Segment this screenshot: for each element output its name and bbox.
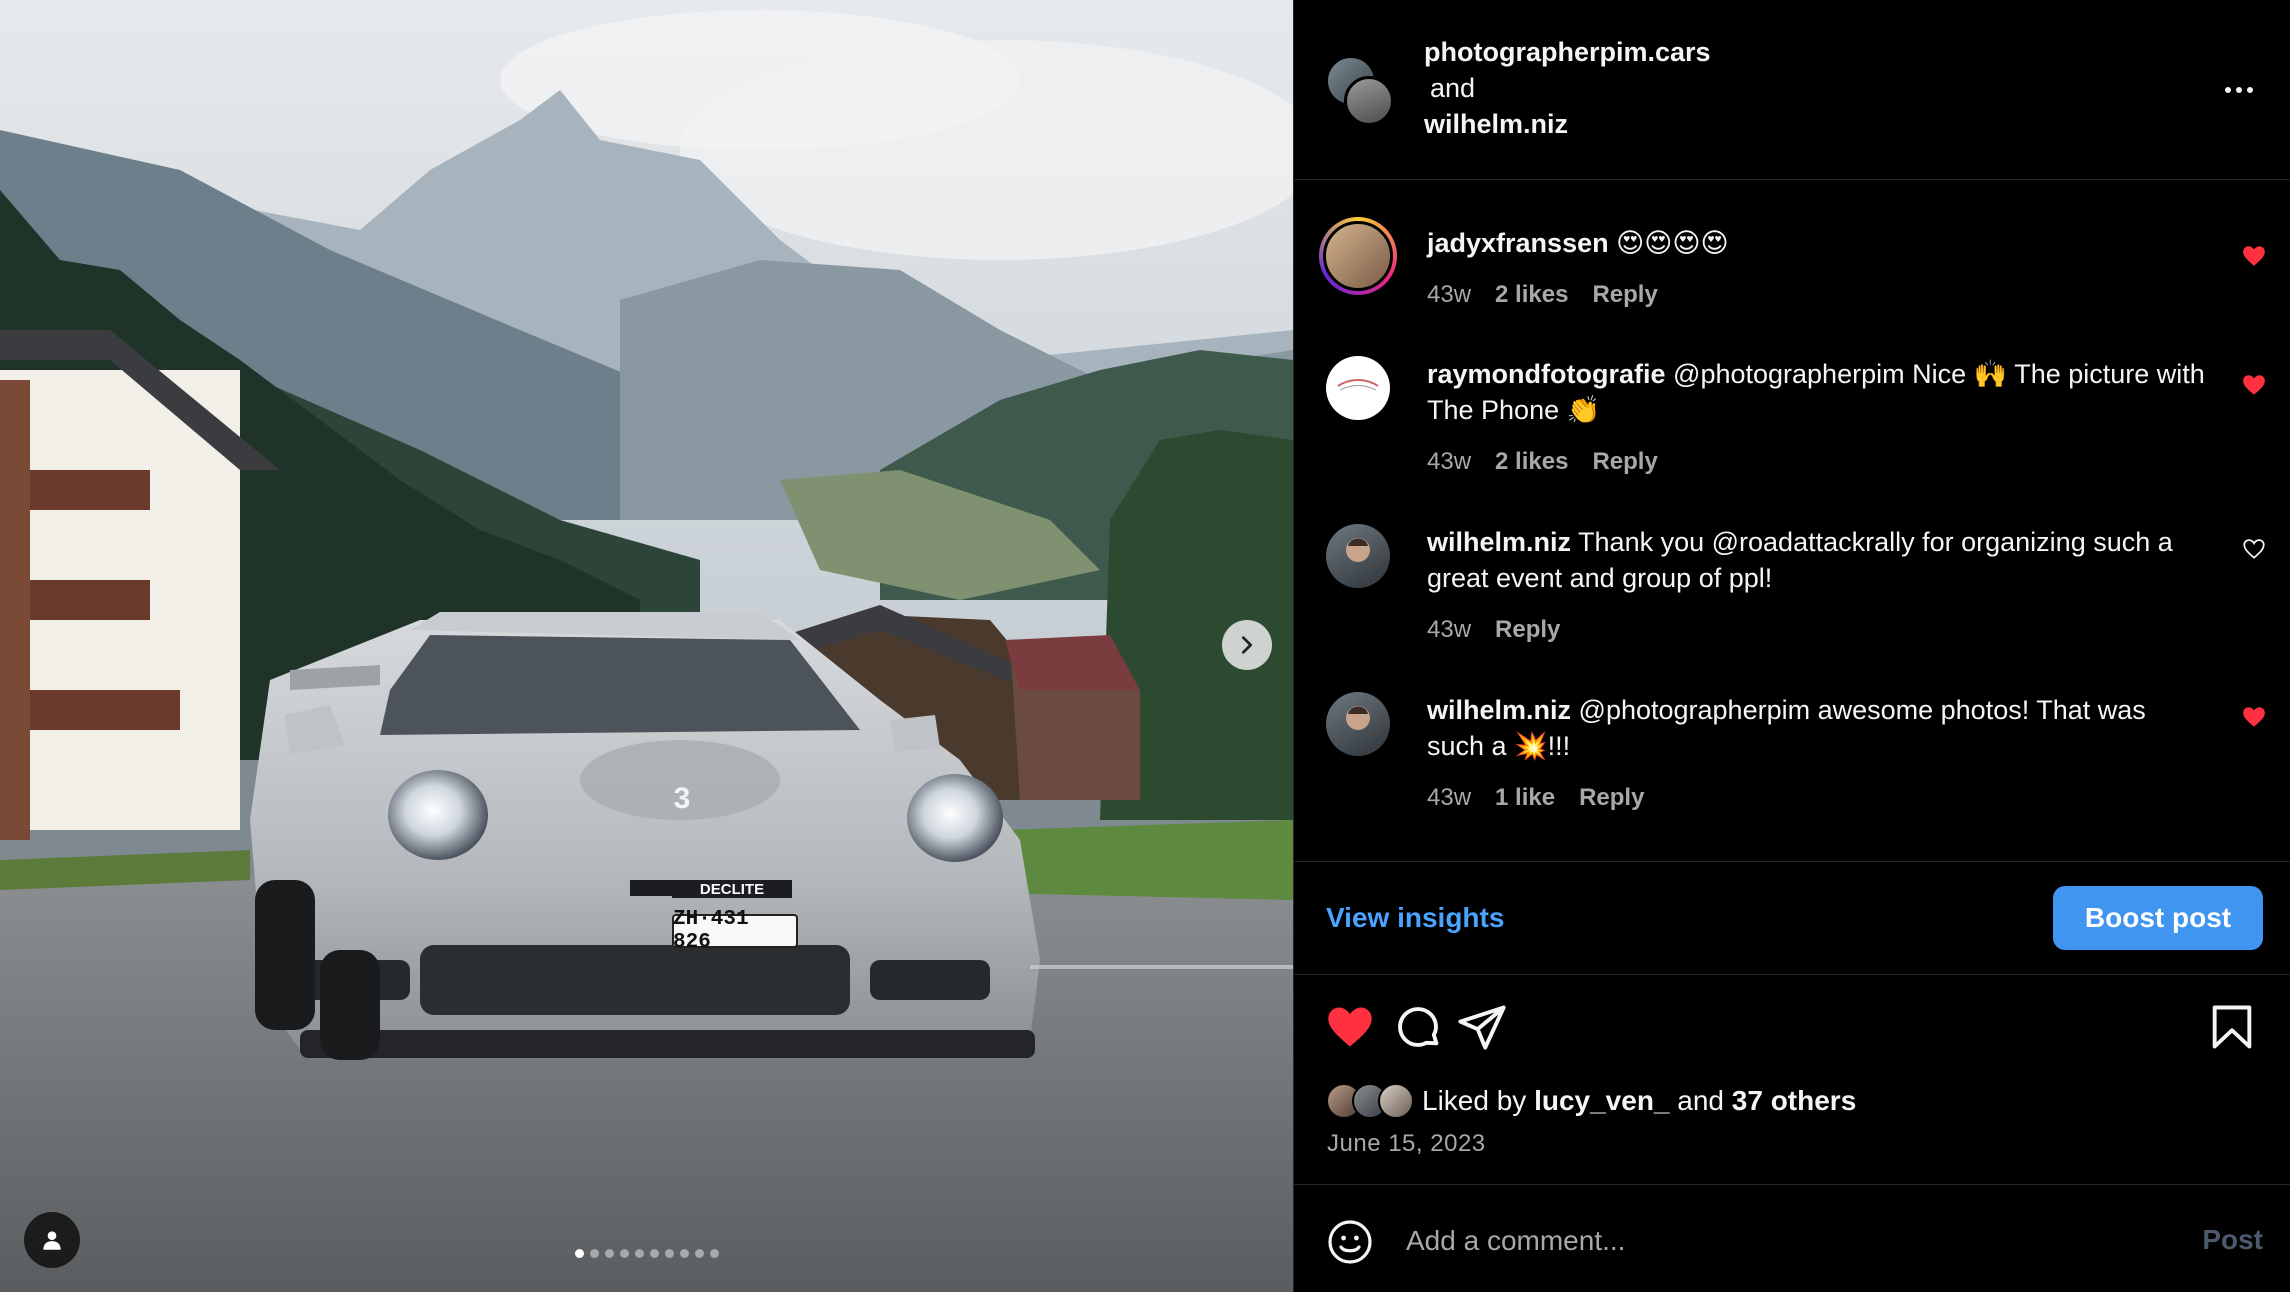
- comment-likes[interactable]: 2 likes: [1495, 448, 1568, 476]
- comment-meta: 43w Reply: [1427, 616, 1560, 644]
- avatar[interactable]: [1326, 356, 1390, 420]
- collab-names: photographerpim.cars and wilhelm.niz: [1424, 34, 1711, 142]
- heart-filled-icon[interactable]: [2241, 243, 2267, 269]
- comment-text: 😍😍😍😍: [1616, 228, 1729, 258]
- collab-avatars[interactable]: [1326, 56, 1396, 126]
- dot-icon: [2236, 87, 2242, 93]
- carousel-dot: [679, 1249, 689, 1258]
- reply-button[interactable]: Reply: [1592, 281, 1657, 309]
- comment-likes[interactable]: 1 like: [1495, 784, 1555, 812]
- insights-bar: View insights Boost post: [1294, 861, 2290, 975]
- license-plate: ZH·431 826: [673, 908, 749, 954]
- person-silhouette-icon: [1346, 706, 1370, 730]
- heart-outline-icon[interactable]: [2241, 536, 2267, 562]
- carousel-dot: [694, 1249, 704, 1258]
- comment-meta: 43w 2 likes Reply: [1427, 281, 1658, 309]
- avatar: [1344, 76, 1394, 126]
- liked-by[interactable]: Liked by lucy_ven_ and 37 others: [1326, 1083, 1856, 1119]
- carousel-dot: [709, 1249, 719, 1258]
- carousel-dot: [619, 1249, 629, 1258]
- carousel-dot: [664, 1249, 674, 1258]
- carousel-dot: [649, 1249, 659, 1258]
- heart-filled-icon[interactable]: [1324, 1001, 1376, 1053]
- post-photo[interactable]: ZH·431 826 DECLITE 3: [0, 0, 1293, 1292]
- post-side-panel: photographerpim.cars and wilhelm.niz jad…: [1293, 0, 2290, 1292]
- liked-by-others[interactable]: 37 others: [1732, 1085, 1857, 1117]
- comment-user[interactable]: wilhelm.niz: [1427, 695, 1571, 725]
- liked-by-user[interactable]: lucy_ven_: [1534, 1085, 1669, 1117]
- liked-avatars: [1326, 1083, 1414, 1119]
- heart-filled-icon[interactable]: [2241, 372, 2267, 398]
- carousel-dot: [604, 1249, 614, 1258]
- collab-and: and: [1430, 73, 1476, 103]
- carousel-dot: [589, 1249, 599, 1258]
- person-silhouette-icon: [1346, 538, 1370, 562]
- post-date: June 15, 2023: [1327, 1130, 1486, 1157]
- comment-text-block: jadyxfranssen 😍😍😍😍: [1427, 225, 2207, 261]
- reply-button[interactable]: Reply: [1592, 448, 1657, 476]
- more-options-button[interactable]: [2219, 72, 2259, 108]
- dot-icon: [2247, 87, 2253, 93]
- logo-icon: [1337, 379, 1379, 391]
- carousel-indicator: [0, 1249, 1293, 1258]
- avatar[interactable]: [1319, 217, 1397, 295]
- comment-text-block: wilhelm.niz Thank you @roadattackrally f…: [1427, 524, 2207, 596]
- sponsor-badge: DECLITE: [672, 880, 792, 898]
- avatar: [1378, 1083, 1414, 1119]
- avatar[interactable]: [1326, 692, 1390, 756]
- bookmark-icon[interactable]: [2206, 1001, 2258, 1053]
- reply-button[interactable]: Reply: [1495, 616, 1560, 644]
- post-header: photographerpim.cars and wilhelm.niz: [1294, 0, 2290, 180]
- avatar[interactable]: [1326, 524, 1390, 588]
- dot-icon: [2225, 87, 2231, 93]
- view-insights-link[interactable]: View insights: [1326, 902, 1504, 934]
- comment-meta: 43w 1 like Reply: [1427, 784, 1644, 812]
- reply-button[interactable]: Reply: [1579, 784, 1644, 812]
- liked-by-prefix: Liked by: [1422, 1085, 1527, 1116]
- comment-icon[interactable]: [1392, 1001, 1444, 1053]
- collab-user-2[interactable]: wilhelm.niz: [1424, 106, 1711, 142]
- car-mountain-photo: [0, 0, 1293, 1292]
- comment-text-block: wilhelm.niz @photographerpim awesome pho…: [1427, 692, 2207, 764]
- post-actions: Liked by lucy_ven_ and 37 others June 15…: [1294, 975, 2290, 1185]
- share-icon[interactable]: [1456, 1001, 1508, 1053]
- comment-text-block: raymondfotografie @photographerpim Nice …: [1427, 356, 2207, 428]
- comment-composer: Post: [1294, 1186, 2290, 1292]
- carousel-dot: [574, 1249, 584, 1258]
- chevron-right-icon: [1241, 636, 1253, 654]
- post-comment-button[interactable]: Post: [2202, 1224, 2263, 1256]
- liked-by-connector: and: [1677, 1085, 1724, 1116]
- tagged-people-button[interactable]: [24, 1212, 80, 1268]
- boost-post-button[interactable]: Boost post: [2053, 886, 2263, 950]
- comment-user[interactable]: wilhelm.niz: [1427, 527, 1571, 557]
- comment-time: 43w: [1427, 616, 1472, 643]
- comment-user[interactable]: raymondfotografie: [1427, 359, 1666, 389]
- carousel-dot: [634, 1249, 644, 1258]
- carousel-next-button[interactable]: [1222, 620, 1272, 670]
- comment-time: 43w: [1427, 281, 1472, 308]
- comment-input[interactable]: [1406, 1216, 2106, 1266]
- emoji-icon[interactable]: [1326, 1218, 1374, 1266]
- collab-user-1[interactable]: photographerpim.cars: [1424, 34, 1711, 70]
- comment-likes[interactable]: 2 likes: [1495, 281, 1568, 309]
- heart-filled-icon[interactable]: [2241, 704, 2267, 730]
- comments-list: jadyxfranssen 😍😍😍😍 43w 2 likes Reply ray…: [1294, 181, 2290, 861]
- comment-time: 43w: [1427, 784, 1472, 811]
- comment-meta: 43w 2 likes Reply: [1427, 448, 1658, 476]
- hood-number: 3: [673, 782, 691, 815]
- comment-time: 43w: [1427, 448, 1472, 475]
- comment-user[interactable]: jadyxfranssen: [1427, 228, 1609, 258]
